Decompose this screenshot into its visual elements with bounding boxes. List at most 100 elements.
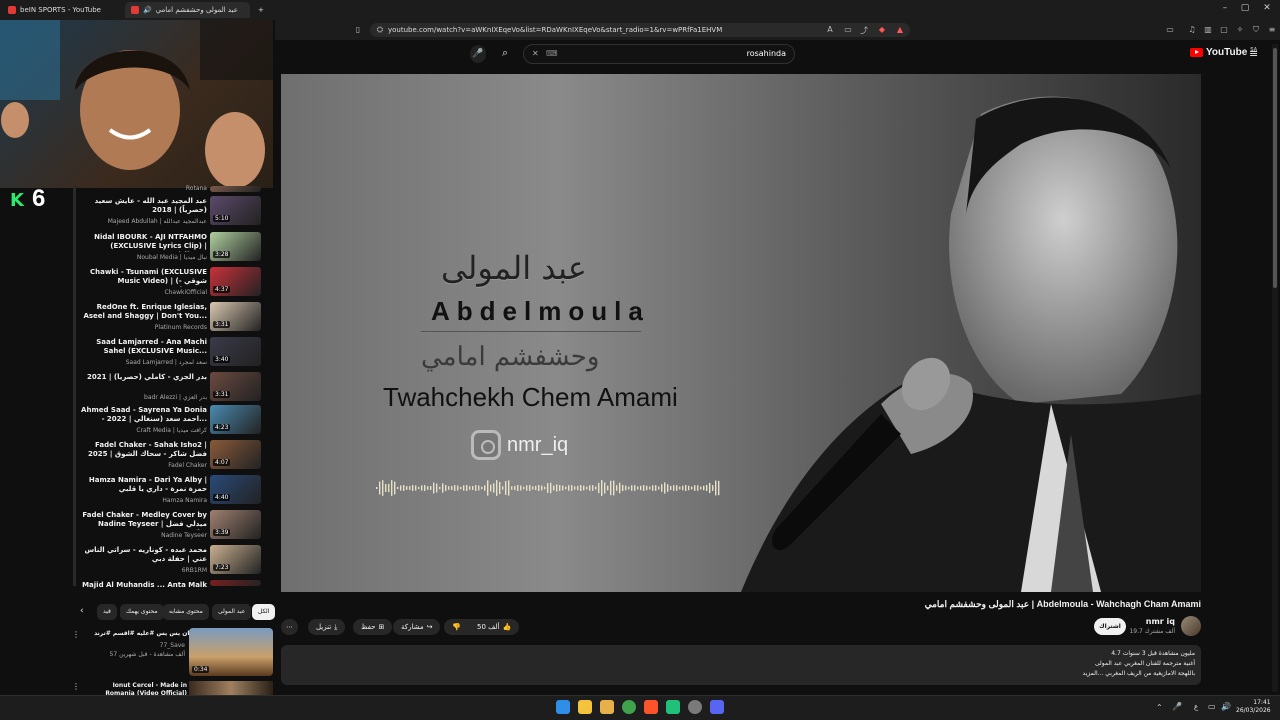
rewards-icon[interactable]: ▲ (894, 25, 906, 34)
video-title: عبد المولى وحشفشم امامي | Abdelmoula - W… (924, 599, 1201, 609)
chip-2[interactable]: محتوى مشابه (163, 604, 209, 620)
playlist-scrollbar[interactable] (73, 186, 76, 586)
page-scrollbar[interactable] (1272, 44, 1278, 692)
chip-3[interactable]: محتوى يهمك (120, 604, 164, 620)
download-button[interactable]: تنزيل ⤓ (308, 619, 346, 635)
tray-chevron-icon[interactable]: ⌃ (1156, 703, 1163, 712)
reading-list-icon[interactable]: ▥ (1202, 25, 1214, 34)
mic-tray-icon[interactable]: 🎤 (1172, 702, 1182, 711)
playlist-item[interactable]: Ahmed Saad - Sayrena Ya Donia - 2022 | ا… (80, 405, 265, 438)
site-info-icon[interactable]: ⛭ (374, 25, 386, 35)
playlist-thumbnail[interactable]: 3:31 (210, 372, 261, 401)
more-actions-button[interactable]: ⋯ (281, 619, 298, 635)
chip-1[interactable]: عبد المولى (212, 604, 252, 620)
youtube-logo[interactable]: YouTube SA (1190, 47, 1257, 58)
playlist-item[interactable]: Saad Lamjarred - Ana Machi Sahel (EXCLUS… (80, 337, 265, 370)
playlist-item[interactable]: Fadel Chaker - Medley Cover by Nadine Te… (80, 510, 265, 543)
playlist-item[interactable]: محمد عبده - كوناريه - سراتي الناس عني | … (80, 545, 265, 578)
related-more-icon[interactable]: ⋮ (72, 682, 80, 691)
playlist-item[interactable]: Majid Al Muhandis ... Anta Malk (80, 580, 265, 590)
volume-icon[interactable]: 🔊 (1221, 702, 1231, 711)
playlist-thumbnail[interactable]: 4:07 (210, 440, 261, 469)
voice-search-icon[interactable]: 🎤 (470, 45, 486, 63)
playlist-thumbnail[interactable] (210, 186, 261, 192)
waveform-bar (667, 484, 669, 492)
related-more-icon[interactable]: ⋮ (72, 630, 80, 639)
playlist-item[interactable]: Hamza Namira - Dari Ya Alby | حمزة نمرة … (80, 475, 265, 508)
playlist-thumbnail[interactable]: 7:23 (210, 545, 261, 574)
brave-icon[interactable] (644, 700, 658, 714)
install-app-icon[interactable]: ▭ (842, 25, 854, 34)
related-thumbnail[interactable]: 0:34 (189, 628, 273, 676)
youtube-play-icon (1190, 48, 1203, 57)
extensions-icon[interactable]: ✧ (1234, 25, 1246, 34)
search-clear-icon[interactable]: ✕ (532, 45, 539, 63)
search-icon[interactable]: ⌕ (502, 46, 508, 60)
video-player[interactable]: عبد المولى Abdelmoula وحشفشم امامي Twahc… (281, 74, 1201, 592)
screen: beIN SPORTS - YouTube 🔊 عبد المولى وحشفش… (0, 0, 1280, 720)
obs-icon[interactable] (688, 700, 702, 714)
playlist-item[interactable]: عبد المجيد عبد الله - عايش سعيد (حصرياً)… (80, 196, 265, 229)
playlist-thumbnail[interactable]: 5:10 (210, 196, 261, 225)
wallet-icon[interactable]: ▢ (1218, 25, 1230, 34)
dislike-button[interactable]: 👎 (444, 619, 469, 635)
speaker-icon[interactable]: 🔊 (143, 6, 152, 14)
sidebar-toggle-icon[interactable]: ▭ (1164, 25, 1176, 34)
waveform-bar (580, 485, 582, 491)
share-page-icon[interactable]: ⤴ (858, 25, 870, 36)
chrome-icon[interactable] (622, 700, 636, 714)
playlist-item[interactable]: RedOne ft. Enrique Iglesias, Aseel and S… (80, 302, 265, 335)
share-button[interactable]: مشاركة ↪ (393, 619, 441, 635)
minimize-button[interactable]: – (1216, 3, 1234, 13)
browser-tab-bein[interactable]: beIN SPORTS - YouTube (2, 2, 120, 18)
brave-shield-icon[interactable]: ◆ (876, 25, 888, 34)
search-input[interactable]: ✕ ⌨ rosahinda (523, 44, 795, 64)
folder-icon[interactable] (600, 700, 614, 714)
close-window-button[interactable]: ✕ (1258, 3, 1276, 13)
chip-0[interactable]: الكل (252, 604, 276, 620)
waveform-bar (607, 485, 609, 491)
maximize-button[interactable]: ▢ (1236, 3, 1254, 13)
file-explorer-icon[interactable] (578, 700, 592, 714)
description-more[interactable]: باللهجة الامازيغية من الريف المغربي ...ا… (1083, 670, 1195, 677)
playlist-item[interactable]: Rotana (80, 185, 265, 192)
playlist-thumbnail[interactable]: 3:39 (210, 510, 261, 539)
like-button[interactable]: 50 ألف 👍 (469, 619, 520, 635)
description-box[interactable]: 4.7 مليون مشاهدة قبل 3 سنوات أغنية مترجم… (281, 645, 1201, 685)
chip-4[interactable]: قيد (97, 604, 117, 620)
channel-name[interactable]: nmr iq (1130, 617, 1175, 626)
browser-tab-active[interactable]: 🔊 عبد المولى وحشفشم امامي (125, 2, 250, 18)
vpn-icon[interactable]: ⛉ (1250, 25, 1262, 35)
media-icon[interactable]: ♫ (1186, 25, 1198, 34)
translate-icon[interactable]: A (824, 25, 836, 34)
playlist-item[interactable]: بدر الجزي - كاملي (حصرياً) | 2021 badr Al… (80, 372, 265, 405)
playlist-thumbnail[interactable]: 4:23 (210, 405, 261, 434)
playlist-item[interactable]: Fadel Chaker - Sahak Isho2 | 2025 | فضل … (80, 440, 265, 473)
playlist-thumbnail[interactable]: 3:31 (210, 302, 261, 331)
scrollbar-thumb[interactable] (1273, 48, 1277, 288)
network-icon[interactable]: ▭ (1208, 702, 1216, 711)
playlist-thumbnail[interactable]: 3:28 (210, 232, 261, 261)
guide-menu-icon[interactable]: ≡ (1249, 47, 1258, 60)
playlist-item[interactable]: Nidal IBOURK - AJI NTFAHMO (EXCLUSIVE Ly… (80, 232, 265, 265)
app-icon[interactable] (666, 700, 680, 714)
playlist-thumbnail[interactable] (210, 580, 261, 586)
language-indicator[interactable]: ع (1194, 703, 1198, 711)
start-icon[interactable] (556, 700, 570, 714)
playlist-thumbnail[interactable]: 4:37 (210, 267, 261, 296)
playlist-duration: 3:28 (213, 251, 231, 258)
clock[interactable]: 17:41 26/03/2026 (1236, 699, 1271, 715)
channel-avatar[interactable] (1181, 616, 1201, 636)
chips-prev-icon[interactable]: ‹ (80, 606, 84, 616)
waveform-bar (517, 485, 519, 491)
new-tab-button[interactable]: + (252, 2, 266, 18)
playlist-thumbnail[interactable]: 3:40 (210, 337, 261, 366)
menu-icon[interactable]: ≡ (1266, 25, 1278, 34)
playlist-thumbnail[interactable]: 4:40 (210, 475, 261, 504)
waveform-bar (478, 485, 480, 491)
bookmark-icon[interactable]: ▯ (352, 25, 364, 34)
save-button[interactable]: حفظ ⊞ (353, 619, 393, 635)
related-thumbnail[interactable] (189, 681, 273, 695)
discord-icon[interactable] (710, 700, 724, 714)
playlist-item[interactable]: Chawki - Tsunami (EXCLUSIVE Music Video)… (80, 267, 265, 300)
